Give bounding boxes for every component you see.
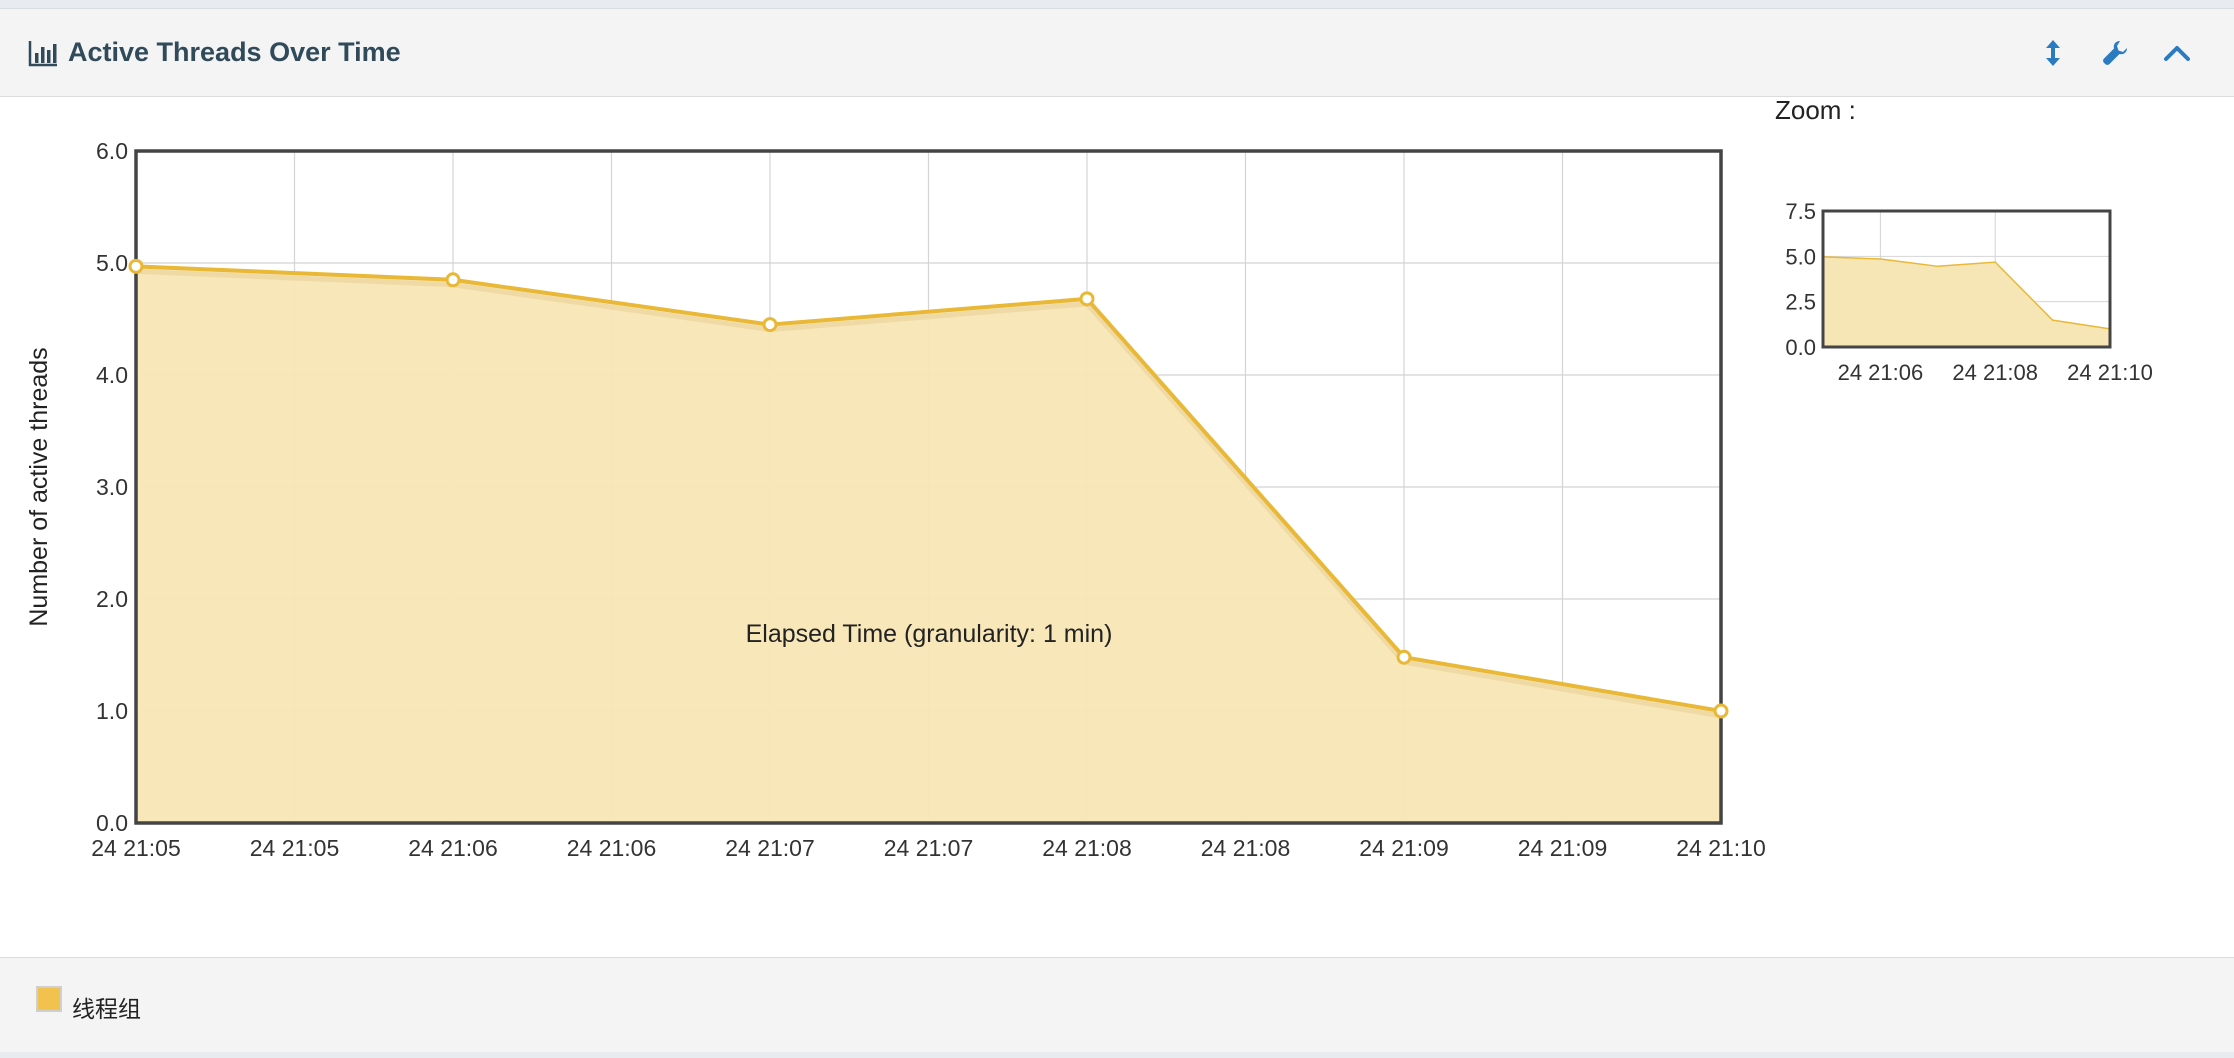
zoom-chart[interactable]: Zoom : 0.0 2.5 5.0 7.5 24 21:06 24 21:08 24 2… — [1770, 97, 2200, 397]
y-tick-label: 0.0 — [96, 810, 128, 836]
zoom-y-tick-label: 0.0 — [1785, 335, 1816, 360]
data-point[interactable] — [762, 317, 778, 333]
x-tick-label: 24 21:09 — [1518, 835, 1608, 861]
data-point[interactable] — [445, 272, 461, 288]
series-area — [136, 266, 1721, 823]
x-tick-label: 24 21:08 — [1042, 835, 1132, 861]
x-axis-label: Elapsed Time (granularity: 1 min) — [746, 620, 1113, 648]
chart-panel: Active Threads Over Time 0.0 1.0 2.0 3.0… — [0, 8, 2234, 1052]
x-tick-label: 24 21:05 — [91, 835, 181, 861]
data-point[interactable] — [1079, 291, 1095, 307]
zoom-x-tick-label: 24 21:08 — [1952, 360, 2038, 385]
resize-vertical-icon[interactable] — [2036, 36, 2070, 70]
legend-item[interactable]: 线程组 — [36, 982, 141, 1024]
zoom-y-tick-label: 2.5 — [1785, 290, 1816, 315]
data-point[interactable] — [128, 258, 144, 274]
x-tick-label: 24 21:05 — [250, 835, 340, 861]
zoom-y-tick-label: 7.5 — [1785, 199, 1816, 224]
zoom-x-tick-label: 24 21:06 — [1838, 360, 1924, 385]
y-tick-label: 1.0 — [96, 698, 128, 724]
y-tick-label: 4.0 — [96, 362, 128, 388]
zoom-x-tick-label: 24 21:10 — [2067, 360, 2153, 385]
x-tick-label: 24 21:07 — [725, 835, 815, 861]
y-tick-label: 3.0 — [96, 474, 128, 500]
panel-title: Active Threads Over Time — [68, 37, 401, 67]
y-axis-label: Number of active threads — [25, 347, 53, 626]
bar-chart-icon — [28, 40, 57, 66]
legend: 线程组 — [0, 957, 2234, 1052]
y-tick-label: 2.0 — [96, 586, 128, 612]
panel-header: Active Threads Over Time — [0, 9, 2234, 97]
data-point[interactable] — [1396, 649, 1412, 665]
x-tick-label: 24 21:06 — [408, 835, 498, 861]
panel-title-group: Active Threads Over Time — [28, 9, 401, 96]
chart-area: 0.0 1.0 2.0 3.0 4.0 5.0 6.0 24 21:05 24 21:05 24… — [0, 97, 2234, 957]
main-chart[interactable]: 0.0 1.0 2.0 3.0 4.0 5.0 6.0 24 21:05 24 21:05 24… — [0, 97, 1780, 957]
legend-swatch — [36, 986, 62, 1012]
legend-label: 线程组 — [72, 997, 141, 1023]
x-tick-label: 24 21:09 — [1359, 835, 1449, 861]
y-tick-label: 5.0 — [96, 250, 128, 276]
x-tick-label: 24 21:07 — [884, 835, 974, 861]
header-tools — [2036, 9, 2194, 96]
x-tick-label: 24 21:08 — [1201, 835, 1291, 861]
x-tick-label: 24 21:10 — [1676, 835, 1766, 861]
zoom-y-tick-label: 5.0 — [1785, 244, 1816, 269]
y-tick-label: 6.0 — [96, 138, 128, 164]
data-point[interactable] — [1713, 703, 1729, 719]
chevron-up-icon[interactable] — [2160, 36, 2194, 70]
wrench-icon[interactable] — [2098, 36, 2132, 70]
x-tick-label: 24 21:06 — [567, 835, 657, 861]
zoom-label: Zoom : — [1775, 97, 1856, 125]
